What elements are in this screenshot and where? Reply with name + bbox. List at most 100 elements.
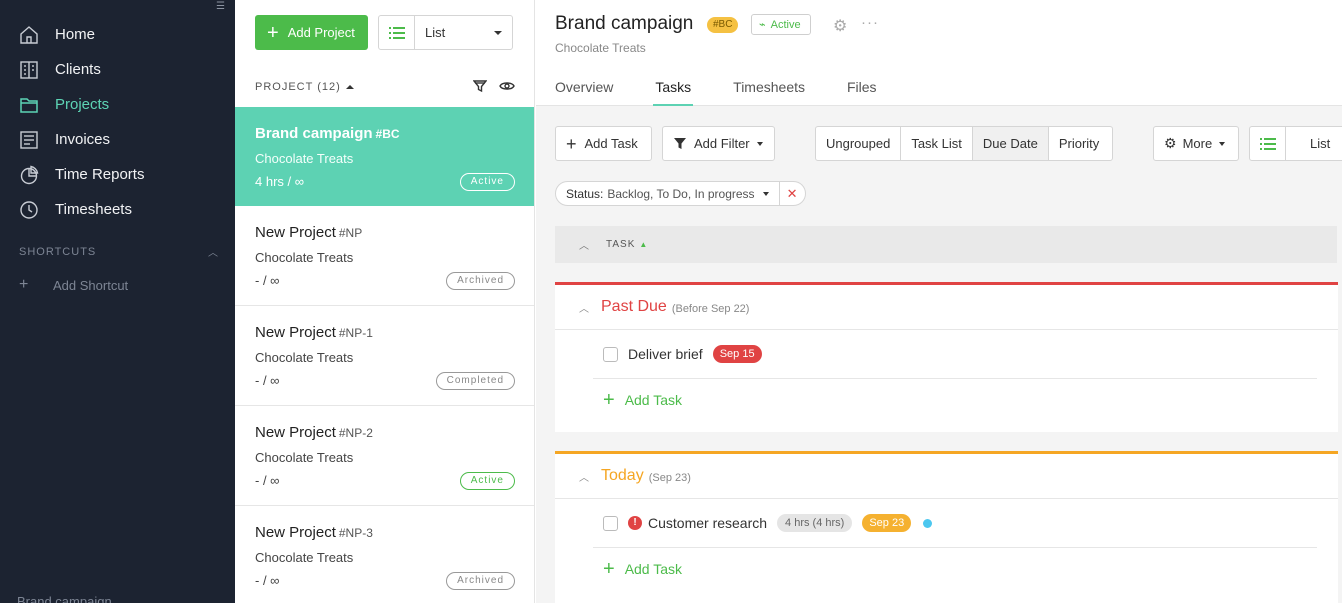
add-shortcut-label: Add Shortcut bbox=[53, 277, 129, 293]
sidebar-nav: Home Clients Projects Invoices Time Repo… bbox=[0, 17, 235, 227]
more-options-icon[interactable]: ··· bbox=[861, 14, 879, 31]
status-badge: Archived bbox=[446, 572, 515, 590]
project-title: Brand campaign bbox=[255, 125, 373, 142]
table-row[interactable]: ! Customer research 4 hrs (4 hrs) Sep 23 bbox=[593, 499, 1317, 548]
add-task-inline-button[interactable]: + Add Task bbox=[603, 548, 1338, 590]
view-dropdown[interactable]: List bbox=[415, 16, 512, 49]
task-name[interactable]: Deliver brief bbox=[628, 346, 703, 362]
group-priority[interactable]: Priority bbox=[1049, 127, 1109, 160]
group-header: ︿ Today (Sep 23) bbox=[555, 454, 1338, 499]
more-button[interactable]: ⚙ More bbox=[1153, 126, 1239, 161]
project-view-select[interactable]: List bbox=[378, 15, 513, 50]
sidebar: ☰ Home Clients Projects Invoices Time Re… bbox=[0, 0, 235, 603]
project-card[interactable]: New Project #NP-1 Chocolate Treats - / ∞ … bbox=[235, 306, 534, 406]
due-date-badge: Sep 15 bbox=[712, 345, 762, 363]
filter-icon[interactable] bbox=[472, 79, 488, 96]
status-badge: Active bbox=[459, 173, 515, 191]
view-dropdown-label: List bbox=[425, 25, 446, 40]
table-row[interactable]: Deliver brief Sep 15 bbox=[593, 330, 1317, 379]
hours-badge: 4 hrs (4 hrs) bbox=[777, 514, 853, 532]
filter-key: Status: bbox=[566, 186, 604, 201]
sidebar-item-home[interactable]: Home bbox=[0, 17, 235, 52]
project-card[interactable]: Brand campaign #BC Chocolate Treats 4 hrs… bbox=[235, 107, 534, 206]
add-task-inline-button[interactable]: + Add Task bbox=[603, 379, 1338, 421]
task-column-label[interactable]: TASK bbox=[606, 239, 635, 250]
add-shortcut-button[interactable]: + Add Shortcut bbox=[19, 276, 128, 294]
tab-tasks[interactable]: Tasks bbox=[653, 79, 694, 106]
sidebar-item-invoices[interactable]: Invoices bbox=[0, 122, 235, 157]
task-group-past-due: ︿ Past Due (Before Sep 22) Deliver brief… bbox=[555, 282, 1338, 432]
shortcuts-section: SHORTCUTS ︿ bbox=[19, 244, 219, 260]
group-due-date[interactable]: Due Date bbox=[972, 127, 1049, 160]
project-count-label: PROJECT (12) bbox=[255, 81, 341, 93]
group-name: Today bbox=[601, 467, 644, 484]
status-dropdown[interactable]: ⌁ Active bbox=[751, 14, 811, 35]
close-icon[interactable]: ✕ bbox=[780, 186, 805, 202]
activity-icon: ⌁ bbox=[759, 19, 766, 31]
group-name: Past Due bbox=[601, 298, 667, 315]
project-client: Chocolate Treats bbox=[255, 550, 354, 565]
collapse-all-icon[interactable]: ︿ bbox=[579, 237, 590, 252]
add-project-button[interactable]: + Add Project bbox=[255, 15, 368, 50]
task-name[interactable]: Customer research bbox=[648, 515, 767, 531]
plus-icon: + bbox=[267, 21, 279, 44]
building-icon bbox=[18, 59, 40, 81]
project-list-header[interactable]: PROJECT (12) bbox=[255, 80, 515, 94]
add-filter-label: Add Filter bbox=[694, 136, 750, 151]
task-group-today: ︿ Today (Sep 23) ! Customer research 4 h… bbox=[555, 451, 1338, 603]
status-label: Active bbox=[770, 18, 801, 31]
group-ungrouped[interactable]: Ungrouped bbox=[816, 127, 902, 160]
chevron-up-icon[interactable]: ︿ bbox=[208, 244, 219, 259]
group-range: (Sep 23) bbox=[648, 471, 691, 484]
tab-timesheets[interactable]: Timesheets bbox=[733, 79, 805, 106]
sidebar-item-time-reports[interactable]: Time Reports bbox=[0, 157, 235, 192]
group-task-list[interactable]: Task List bbox=[901, 127, 973, 160]
sidebar-item-label: Time Reports bbox=[55, 166, 145, 183]
sidebar-item-clients[interactable]: Clients bbox=[0, 52, 235, 87]
task-view-select[interactable]: List bbox=[1249, 126, 1342, 161]
project-code: #NP-2 bbox=[338, 426, 373, 440]
task-checkbox[interactable] bbox=[603, 346, 618, 362]
clock-icon bbox=[18, 199, 40, 221]
sidebar-footer-text: Brand campaign bbox=[17, 594, 112, 603]
add-task-button[interactable]: + Add Task bbox=[555, 126, 652, 161]
project-code: #NP-1 bbox=[338, 326, 373, 340]
chevron-up-icon[interactable]: ︿ bbox=[579, 300, 589, 315]
project-client-subtitle: Chocolate Treats bbox=[555, 41, 646, 55]
project-code-badge: #BC bbox=[707, 17, 739, 33]
invoice-icon bbox=[18, 129, 40, 151]
sidebar-item-timesheets[interactable]: Timesheets bbox=[0, 192, 235, 227]
gear-icon[interactable]: ⚙ bbox=[833, 16, 847, 36]
task-column-header: ︿ TASK ▲ bbox=[555, 226, 1337, 263]
project-code: #NP-3 bbox=[338, 526, 373, 540]
chevron-down-icon bbox=[1219, 141, 1226, 146]
chevron-down-icon bbox=[762, 191, 769, 196]
plus-icon: + bbox=[603, 558, 615, 580]
task-checkbox[interactable] bbox=[603, 515, 618, 531]
project-card[interactable]: New Project #NP-2 Chocolate Treats - / ∞ … bbox=[235, 406, 534, 506]
sort-icon[interactable]: ▲ bbox=[639, 240, 648, 249]
collapse-sidebar-icon[interactable]: ☰ bbox=[216, 2, 228, 12]
sidebar-item-label: Home bbox=[55, 26, 96, 43]
project-title: New Project bbox=[255, 424, 336, 441]
project-client: Chocolate Treats bbox=[255, 151, 354, 166]
tab-files[interactable]: Files bbox=[847, 79, 877, 106]
add-filter-button[interactable]: Add Filter bbox=[662, 126, 775, 161]
add-task-inline-label: Add Task bbox=[624, 392, 683, 408]
project-card[interactable]: New Project #NP-3 Chocolate Treats - / ∞ … bbox=[235, 506, 534, 603]
project-card[interactable]: New Project #NP Chocolate Treats - / ∞ Ar… bbox=[235, 206, 534, 306]
project-title: New Project bbox=[255, 224, 336, 241]
eye-icon[interactable] bbox=[499, 79, 515, 96]
project-client: Chocolate Treats bbox=[255, 250, 354, 265]
sidebar-item-projects[interactable]: Projects bbox=[0, 87, 235, 122]
tab-overview[interactable]: Overview bbox=[555, 79, 613, 106]
list-view-icon[interactable] bbox=[1250, 127, 1286, 160]
chevron-down-icon bbox=[494, 30, 502, 35]
list-view-icon[interactable] bbox=[379, 16, 415, 49]
filter-value: Backlog, To Do, In progress bbox=[607, 186, 755, 201]
chevron-up-icon[interactable]: ︿ bbox=[579, 469, 589, 484]
status-filter-dropdown[interactable]: Status: Backlog, To Do, In progress bbox=[556, 182, 780, 205]
pie-chart-icon bbox=[18, 164, 40, 186]
project-list-panel: + Add Project List PROJECT (12) Brand ca… bbox=[235, 0, 535, 603]
alert-icon: ! bbox=[628, 516, 642, 530]
